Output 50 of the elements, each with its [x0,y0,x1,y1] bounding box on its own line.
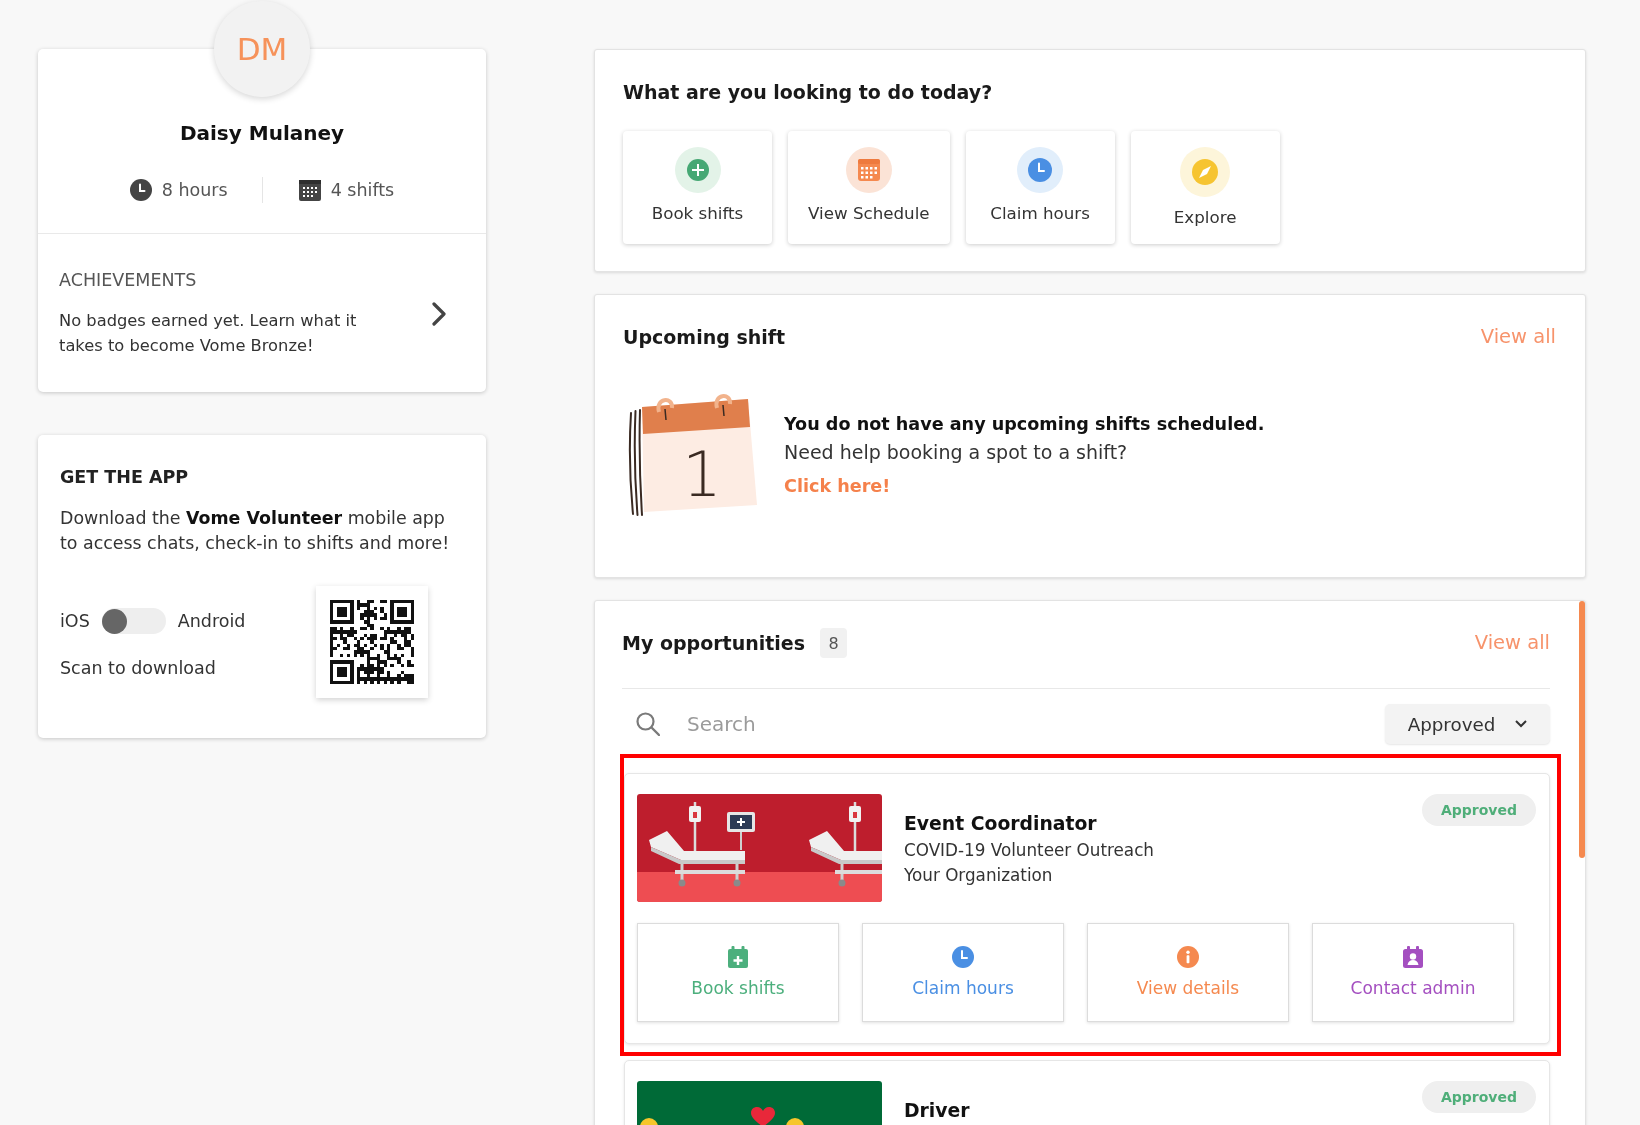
action-button[interactable]: Contact admin [1312,923,1514,1022]
toggle-label: Android [177,611,246,631]
platform-toggle[interactable] [101,608,166,634]
action-button[interactable]: Claim hours [862,923,1064,1022]
calendar-drawing: 1 [628,393,758,517]
stat-text: 4 shifts [330,179,395,202]
contact-card-icon [1403,946,1423,968]
chevron-right-icon[interactable] [432,302,446,326]
clock-icon [1017,147,1064,193]
info-icon [1177,946,1199,968]
search-field[interactable]: Search [687,709,1385,739]
empty-state-text: Need help booking a spot to a shift? [784,440,1128,465]
compass-icon [1180,147,1231,197]
achievements-text: No badges earned yet. Learn what it takes to become Vome Bronze! [59,310,358,357]
section-title: What are you looking to do today? [623,80,993,104]
calendar-plus-icon [728,946,748,968]
app-description: Download the Vome Volunteer mobile app to access chats, check-in to shifts and more! [60,507,451,555]
section-heading: GET THE APP [60,467,189,487]
status-filter-dropdown[interactable]: Approved [1385,704,1550,744]
status-badge: Approved [1421,794,1536,826]
search-icon[interactable] [636,712,660,736]
clock-icon [952,946,974,968]
toggle-label: iOS [60,611,90,631]
quick-action-tile[interactable]: Explore [1130,131,1280,244]
action-button[interactable]: View details [1087,923,1289,1022]
count-badge: 8 [820,628,848,658]
project-name: COVID-19 Volunteer Outreach [904,839,1154,862]
avatar: DM [214,1,310,97]
caret-icon [1515,720,1528,728]
user-name: Daisy Mulaney [179,121,345,145]
opportunity-title: Driver [904,1099,970,1123]
plus-icon [674,147,721,193]
clock-icon [129,179,152,201]
section-heading: ACHIEVEMENTS [59,270,197,290]
organization-name: Your Organization [904,864,1053,887]
stat-text: 8 hours [161,179,228,202]
quick-action-tile[interactable]: View Schedule [788,131,950,244]
section-title: My opportunities [622,631,806,655]
calendar-icon [298,179,321,201]
opportunity-title: Event Coordinator [904,812,1097,836]
calendar-icon [845,147,892,193]
scrollbar-thumb[interactable] [1579,601,1585,858]
click-here-link[interactable]: Click here! [784,472,891,500]
action-button[interactable]: Book shifts [637,923,839,1022]
section-title: Upcoming shift [623,325,786,349]
empty-state-title: You do not have any upcoming shifts scheduled. [784,413,1265,436]
quick-action-tile[interactable]: Book shifts [623,131,772,244]
status-badge: Approved [1421,1081,1536,1113]
quick-action-tile[interactable]: Claim hours [965,131,1115,244]
scan-text: Scan to download [60,658,216,678]
